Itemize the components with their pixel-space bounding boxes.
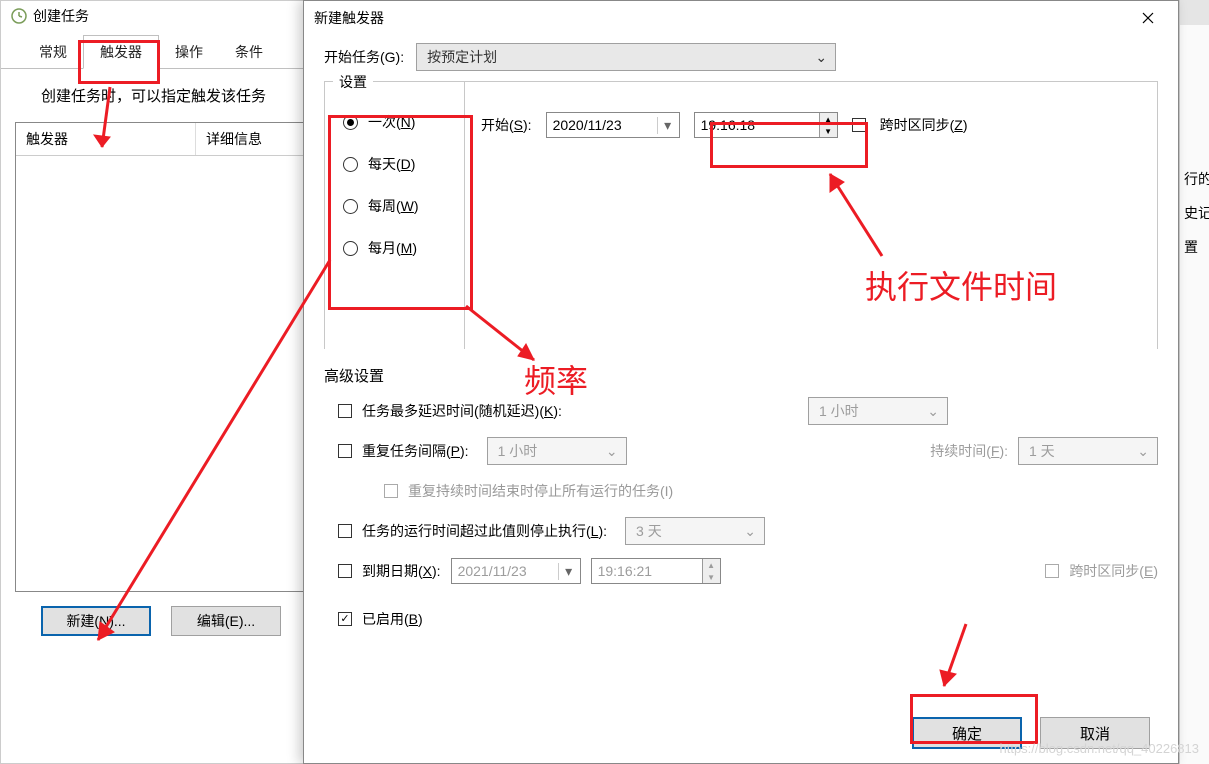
adv-stop-repeat-checkbox (384, 484, 398, 498)
advanced-label: 高级设置 (324, 365, 1158, 386)
adv-repeat-combo[interactable]: 1 小时 ⌄ (487, 437, 627, 465)
calendar-icon[interactable]: ▾ (558, 563, 576, 580)
close-icon (1142, 12, 1154, 24)
adv-limit-checkbox[interactable] (338, 524, 352, 538)
adv-limit-value: 3 天 (636, 521, 662, 541)
start-label: 开始(S): (481, 115, 532, 135)
adv-expire-label: 到期日期(X): (362, 561, 441, 581)
adv-enabled-row: ✓ 已启用(B) (338, 604, 1158, 634)
time-spinner[interactable]: ▲▼ (819, 113, 837, 137)
clock-icon (11, 8, 27, 24)
adv-expire-time-input[interactable]: 19:16:21 ▲▼ (591, 558, 721, 584)
start-task-label: 开始任务(G): (324, 47, 404, 67)
new-trigger-dialog: 新建触发器 开始任务(G): 按预定计划 ⌄ 设置 一次(N) 每天(D) (303, 0, 1179, 764)
radio-daily-label: 每天(D) (368, 154, 415, 174)
adv-delay-combo[interactable]: 1 小时 ⌄ (808, 397, 948, 425)
clip-text-2: 史记 (1180, 199, 1209, 227)
start-task-combo[interactable]: 按预定计划 ⌄ (416, 43, 836, 71)
radio-weekly[interactable]: 每周(W) (343, 196, 452, 216)
chevron-down-icon: ⌄ (927, 403, 939, 420)
adv-duration-combo[interactable]: 1 天 ⌄ (1018, 437, 1158, 465)
radio-weekly-label: 每周(W) (368, 196, 419, 216)
radio-monthly[interactable]: 每月(M) (343, 238, 452, 258)
radio-icon (343, 199, 358, 214)
back-window-title: 创建任务 (33, 6, 89, 26)
tab-conditions[interactable]: 条件 (219, 36, 279, 68)
adv-delay-checkbox[interactable] (338, 404, 352, 418)
adv-enabled-label: 已启用(B) (362, 609, 423, 629)
tab-actions[interactable]: 操作 (159, 36, 219, 68)
start-task-row: 开始任务(G): 按预定计划 ⌄ (324, 43, 1158, 71)
adv-limit-row: 任务的运行时间超过此值则停止执行(L): 3 天 ⌄ (338, 516, 1158, 546)
chevron-down-icon: ⌄ (744, 523, 756, 540)
adv-expire-row: 到期日期(X): 2021/11/23 ▾ 19:16:21 ▲▼ 跨时区同步(… (338, 556, 1158, 586)
settings-legend: 设置 (333, 72, 373, 92)
adv-expire-checkbox[interactable] (338, 564, 352, 578)
tab-triggers[interactable]: 触发器 (83, 35, 159, 69)
dialog-titlebar: 新建触发器 (304, 1, 1178, 35)
adv-delay-row: 任务最多延迟时间(随机延迟)(K): 1 小时 ⌄ (338, 396, 1158, 426)
radio-once-label: 一次(N) (368, 112, 415, 132)
sync-tz-checkbox[interactable] (852, 118, 866, 132)
sync-tz-label: 跨时区同步(Z) (880, 115, 968, 135)
calendar-icon[interactable]: ▾ (657, 117, 675, 134)
start-task-value: 按预定计划 (427, 47, 497, 67)
radio-icon (343, 115, 358, 130)
adv-limit-label: 任务的运行时间超过此值则停止执行(L): (362, 521, 607, 541)
adv-delay-value: 1 小时 (819, 401, 859, 421)
dialog-title: 新建触发器 (314, 8, 384, 28)
radio-icon (343, 157, 358, 172)
chevron-down-icon: ⌄ (1137, 443, 1149, 460)
time-spinner[interactable]: ▲▼ (702, 559, 720, 583)
chevron-down-icon: ⌄ (815, 49, 827, 66)
clip-text-1: 行的 (1180, 165, 1209, 193)
adv-enabled-checkbox[interactable]: ✓ (338, 612, 352, 626)
adv-expire-sync-label: 跨时区同步(E) (1069, 561, 1158, 581)
adv-expire-date-input[interactable]: 2021/11/23 ▾ (451, 558, 581, 584)
frequency-radios: 一次(N) 每天(D) 每周(W) 每月(M) (325, 82, 465, 349)
adv-repeat-value: 1 小时 (498, 441, 538, 461)
clip-text-3: 置 (1180, 233, 1209, 261)
adv-stop-repeat-row: 重复持续时间结束时停止所有运行的任务(I) (384, 476, 1158, 506)
edit-trigger-button[interactable]: 编辑(E)... (171, 606, 281, 636)
start-date-input[interactable]: 2020/11/23 ▾ (546, 112, 680, 138)
adv-duration-value: 1 天 (1029, 441, 1055, 461)
new-trigger-button[interactable]: 新建(N)... (41, 606, 151, 636)
watermark: https://blog.csdn.net/qq_40226813 (1000, 741, 1200, 756)
dialog-body: 开始任务(G): 按预定计划 ⌄ 设置 一次(N) 每天(D) 每周(W) (304, 35, 1178, 634)
settings-group: 设置 一次(N) 每天(D) 每周(W) 每月(M) (324, 81, 1158, 349)
adv-repeat-row: 重复任务间隔(P): 1 小时 ⌄ 持续时间(F): 1 天 ⌄ (338, 436, 1158, 466)
chevron-down-icon: ⌄ (606, 443, 618, 460)
adv-expire-time-value: 19:16:21 (598, 563, 653, 579)
adv-repeat-checkbox[interactable] (338, 444, 352, 458)
start-time-value: 19:16:18 (701, 117, 756, 133)
radio-once[interactable]: 一次(N) (343, 112, 452, 132)
settings-right-col: 开始(S): 2020/11/23 ▾ 19:16:18 ▲▼ 跨时区同步(Z) (465, 82, 1157, 349)
adv-stop-repeat-label: 重复持续时间结束时停止所有运行的任务(I) (408, 481, 673, 501)
adv-limit-combo[interactable]: 3 天 ⌄ (625, 517, 765, 545)
tab-general[interactable]: 常规 (23, 36, 83, 68)
radio-daily[interactable]: 每天(D) (343, 154, 452, 174)
radio-icon (343, 241, 358, 256)
start-line: 开始(S): 2020/11/23 ▾ 19:16:18 ▲▼ 跨时区同步(Z) (481, 112, 1141, 138)
adv-expire-date-value: 2021/11/23 (458, 563, 527, 579)
col-trigger[interactable]: 触发器 (16, 123, 196, 155)
adv-expire-sync-checkbox (1045, 564, 1059, 578)
adv-delay-label: 任务最多延迟时间(随机延迟)(K): (362, 401, 562, 421)
right-clipped-panel: 行的 史记 置 (1179, 25, 1209, 764)
close-button[interactable] (1128, 3, 1168, 33)
start-date-value: 2020/11/23 (553, 117, 622, 133)
adv-duration-label: 持续时间(F): (930, 441, 1008, 461)
start-time-input[interactable]: 19:16:18 ▲▼ (694, 112, 838, 138)
radio-monthly-label: 每月(M) (368, 238, 417, 258)
adv-repeat-label: 重复任务间隔(P): (362, 441, 469, 461)
